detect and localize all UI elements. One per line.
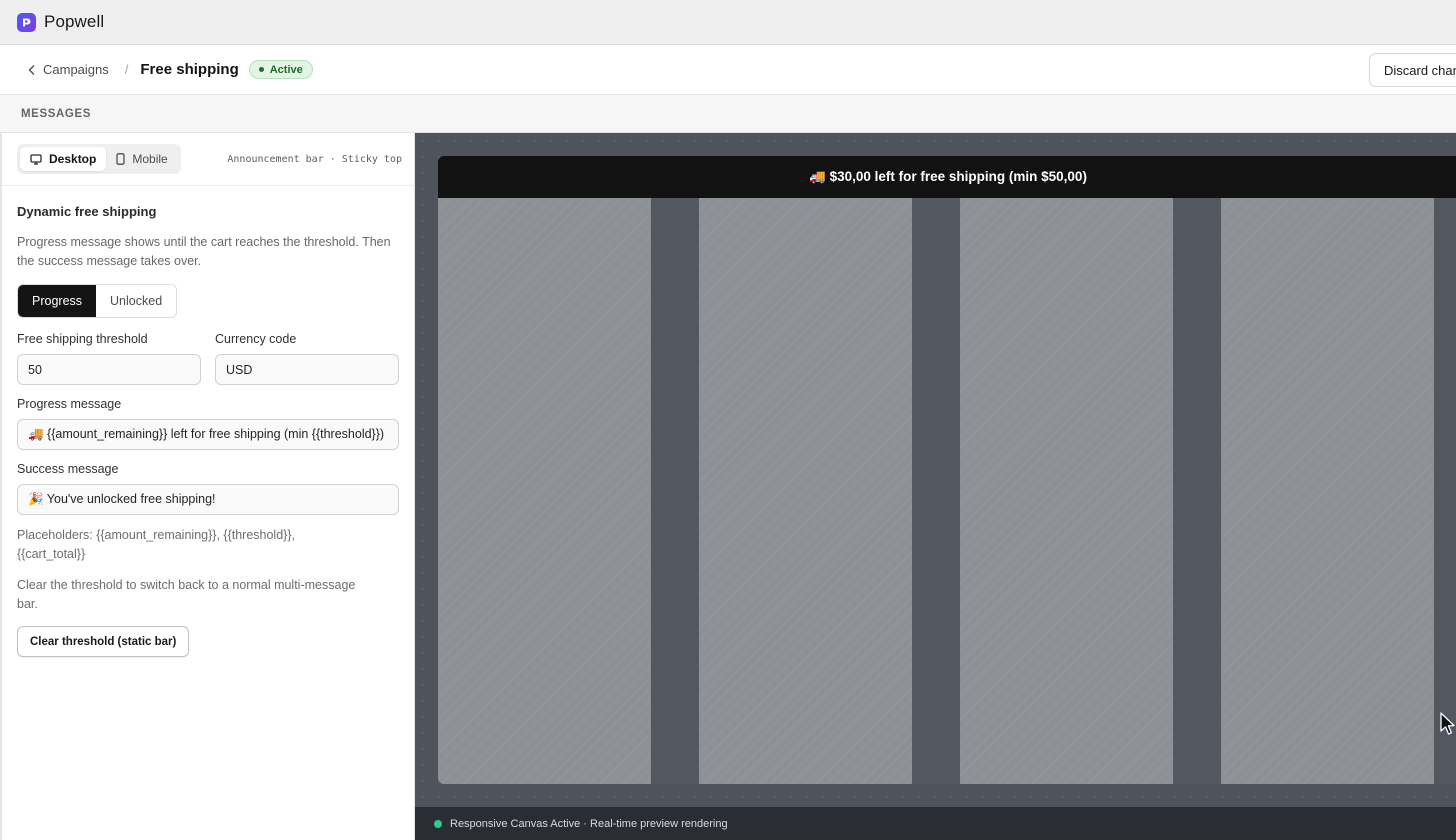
section-label: MESSAGES [21, 107, 91, 120]
app-name: Popwell [44, 12, 105, 31]
popwell-logo-icon [17, 12, 36, 32]
tab-unlocked[interactable]: Unlocked [96, 285, 177, 317]
success-message-input[interactable]: 🎉 You've unlocked free shipping! [17, 484, 399, 515]
device-option-label: Mobile [132, 152, 168, 166]
back-to-campaigns-link[interactable]: Campaigns [28, 62, 109, 77]
currency-label: Currency code [215, 332, 297, 346]
free-shipping-description: Progress message shows until the cart re… [17, 235, 391, 268]
device-option-desktop[interactable]: Desktop [20, 147, 107, 171]
preview-column-placeholder [1221, 198, 1434, 784]
message-mode-toggle: Progress Unlocked [17, 284, 178, 318]
placeholders-hint: Placeholders: {{amount_remaining}}, {{th… [17, 528, 295, 561]
status-badge: Active [248, 60, 313, 79]
breadcrumb-separator: / [124, 62, 129, 77]
placement-meta: Announcement bar · Sticky top [227, 153, 402, 165]
threshold-label: Free shipping threshold [17, 332, 148, 346]
status-indicator-icon [434, 819, 442, 828]
canvas-status-bar: Responsive Canvas Active · Real-time pre… [415, 807, 1456, 840]
settings-panel: Desktop Mobile Announcement bar · Sticky… [0, 133, 415, 840]
chevron-left-icon [28, 64, 35, 75]
free-shipping-title: Dynamic free shipping [17, 204, 157, 219]
status-dot-icon [258, 67, 264, 72]
discard-changes-button[interactable]: Discard changes [1369, 53, 1456, 87]
monitor-icon [30, 153, 42, 165]
site-preview: 🚚 $30,00 left for free shipping (min $50… [438, 156, 1456, 784]
device-switcher: Desktop Mobile [17, 144, 181, 174]
section-bar: MESSAGES [0, 95, 1456, 133]
page-header: Campaigns / Free shipping Active Discard… [0, 45, 1456, 95]
breadcrumb-campaigns: Campaigns [43, 62, 109, 77]
threshold-input[interactable]: 50 [17, 354, 201, 385]
announcement-bar-preview: 🚚 $30,00 left for free shipping (min $50… [438, 156, 1456, 198]
device-option-label: Desktop [49, 152, 97, 166]
preview-column-placeholder [438, 198, 651, 784]
device-option-mobile[interactable]: Mobile [106, 147, 177, 171]
device-switcher-row: Desktop Mobile Announcement bar · Sticky… [17, 144, 402, 174]
divider [2, 185, 415, 186]
currency-input[interactable]: USD [215, 354, 399, 385]
page-title: Free shipping [140, 61, 239, 78]
preview-column-placeholder [699, 198, 912, 784]
progress-message-label: Progress message [17, 397, 122, 411]
tab-progress[interactable]: Progress [18, 285, 97, 317]
preview-canvas: 🚚 $30,00 left for free shipping (min $50… [415, 133, 1456, 807]
preview-column-placeholder [960, 198, 1173, 784]
clear-threshold-hint: Clear the threshold to switch back to a … [17, 578, 356, 611]
progress-message-input[interactable]: 🚚 {{amount_remaining}} left for free shi… [17, 419, 399, 450]
success-message-label: Success message [17, 462, 119, 476]
canvas-status-text: Responsive Canvas Active · Real-time pre… [450, 817, 728, 830]
app-bar: Popwell [0, 0, 1456, 45]
status-badge-label: Active [269, 63, 303, 76]
clear-threshold-button[interactable]: Clear threshold (static bar) [17, 626, 190, 657]
smartphone-icon [116, 153, 125, 165]
mouse-cursor-icon [1440, 712, 1455, 735]
